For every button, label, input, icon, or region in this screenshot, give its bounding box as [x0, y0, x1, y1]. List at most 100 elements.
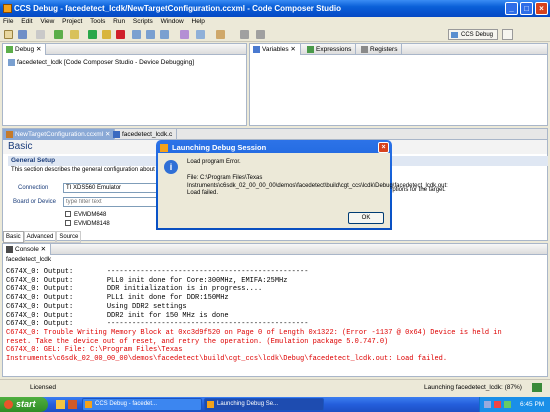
tab-source[interactable]: Source [56, 231, 82, 243]
tab-debug-label: Debug [15, 46, 35, 53]
clock: 6:45 PM [520, 401, 545, 408]
tab-registers-label: Registers [370, 46, 398, 53]
device-item[interactable]: EVMDM648 [65, 211, 110, 220]
info-icon: i [164, 160, 178, 174]
progress-icon[interactable] [532, 383, 542, 392]
tab-registers[interactable]: Registers [358, 44, 403, 55]
debug-tree-item[interactable]: facedetect_lcdk [Code Composer Studio - … [8, 58, 194, 67]
print-icon[interactable] [36, 30, 45, 39]
reset-icon[interactable] [180, 30, 189, 39]
tab-advanced[interactable]: Advanced [23, 231, 57, 243]
quicklaunch-icon[interactable] [56, 400, 65, 409]
taskbar-item-dialog[interactable]: Launching Debug Se... [204, 398, 324, 411]
maximize-button[interactable]: □ [520, 2, 533, 15]
step-return-icon[interactable] [160, 30, 169, 39]
windows-logo-icon [4, 400, 13, 409]
tab-source-file-label: facedetect_lcdk.c [122, 131, 173, 138]
status-license: Licensed [30, 384, 57, 391]
status-bar: Licensed Launching facedetect_lcdk: (87%… [0, 379, 550, 395]
dialog-message-title: Load program Error. [187, 159, 241, 165]
minimize-button[interactable]: _ [505, 2, 518, 15]
connection-select[interactable]: TI XDS560 Emulator [63, 183, 163, 193]
status-progress-text: Launching facedetect_lcdk: (87%) [424, 384, 522, 391]
c-file-icon [113, 131, 120, 138]
tab-target-config-label: NewTargetConfiguration.ccxml [15, 131, 104, 138]
open-perspective-icon[interactable] [502, 29, 513, 40]
menu-window[interactable]: Window [161, 17, 184, 27]
menu-file[interactable]: File [3, 17, 13, 27]
console-line: C674X_0: Output: DDR2 init for 150 MHz i… [6, 311, 229, 320]
quicklaunch-icon[interactable] [68, 400, 77, 409]
editor-tabstrip: NewTargetConfiguration.ccxml ✕ facedetec… [3, 129, 547, 140]
tab-expressions-label: Expressions [316, 46, 352, 53]
console-line: C674X_0: Output: DDR initialization is i… [6, 285, 263, 294]
save-icon[interactable] [18, 30, 27, 39]
tab-debug[interactable]: Debug ✕ [3, 44, 47, 55]
new-icon[interactable] [4, 30, 13, 39]
start-button[interactable]: start [0, 397, 48, 412]
build-icon[interactable] [70, 30, 79, 39]
tab-variables-label: Variables [262, 46, 289, 53]
step-into-icon[interactable] [132, 30, 141, 39]
step-over-icon[interactable] [146, 30, 155, 39]
device-filter-input[interactable] [63, 197, 163, 207]
variables-tabstrip: Variables ✕ Expressions Registers [250, 44, 547, 55]
device-checkbox[interactable] [65, 220, 71, 227]
tab-console[interactable]: Console ✕ [3, 244, 52, 255]
search-icon[interactable] [216, 30, 225, 39]
launch-error-dialog: Launching Debug Session × i Load program… [156, 140, 448, 230]
resume-icon[interactable] [88, 30, 97, 39]
terminate-icon[interactable] [116, 30, 125, 39]
taskbar-item-ccs[interactable]: CCS Debug - facedet... [82, 398, 202, 411]
console-line: C674X_0: Output: -----------------------… [6, 320, 309, 329]
launch-config-icon [8, 58, 15, 66]
dialog-title: Launching Debug Session [172, 143, 267, 152]
system-tray: 6:45 PM [479, 397, 550, 412]
tray-icon[interactable] [494, 401, 501, 408]
close-button[interactable]: × [535, 2, 548, 15]
menu-project[interactable]: Project [62, 17, 82, 27]
tab-variables[interactable]: Variables ✕ [250, 44, 301, 55]
board-label: Board or Device [13, 199, 57, 205]
ok-button[interactable]: OK [348, 212, 384, 224]
console-subtitle: facedetect_lcdk [6, 256, 52, 263]
tab-source-file[interactable]: facedetect_lcdk.c [110, 129, 178, 140]
tray-icon[interactable] [504, 401, 511, 408]
menu-edit[interactable]: Edit [21, 17, 32, 27]
console-icon [6, 246, 13, 253]
console-line: C674X_0: Output: PLL0 init done for Core… [6, 276, 288, 285]
window-titlebar: CCS Debug - facedetect_lcdk/NewTargetCon… [0, 0, 550, 17]
dialog-close-button[interactable]: × [378, 142, 389, 153]
console-line: Instruments\c6sdk_02_00_00_00\demos\face… [6, 355, 448, 364]
device-list: EVMDM648 EVMDM8148 [65, 211, 110, 229]
debug-view-tabstrip: Debug ✕ [3, 44, 246, 55]
suspend-icon[interactable] [102, 30, 111, 39]
console-line: C674X_0: Output: Using DDR2 settings [6, 302, 187, 311]
tab-expressions[interactable]: Expressions [304, 44, 357, 55]
menu-run[interactable]: Run [113, 17, 125, 27]
console-line: reset. Take the device out of reset, and… [6, 337, 389, 346]
device-item[interactable]: EVMDM8148 [65, 220, 110, 229]
menu-help[interactable]: Help [192, 17, 205, 27]
variables-view: Variables ✕ Expressions Registers [249, 43, 548, 126]
ccxml-file-icon [6, 131, 13, 138]
back-icon[interactable] [240, 30, 249, 39]
tray-icon[interactable] [484, 401, 491, 408]
perspective-switcher[interactable]: CCS Debug [448, 29, 498, 40]
menu-scripts[interactable]: Scripts [133, 17, 153, 27]
device-label: EVMDM648 [74, 212, 107, 218]
debug-icon[interactable] [54, 30, 63, 39]
device-checkbox[interactable] [65, 211, 71, 218]
menu-tools[interactable]: Tools [90, 17, 105, 27]
tab-basic[interactable]: Basic [3, 231, 24, 243]
dialog-app-icon [160, 144, 168, 152]
console-output: C674X_0: Output: -----------------------… [6, 268, 546, 364]
menu-view[interactable]: View [40, 17, 54, 27]
tab-target-config[interactable]: NewTargetConfiguration.ccxml ✕ [3, 129, 116, 140]
console-tabstrip: Console ✕ [3, 244, 547, 255]
restart-icon[interactable] [196, 30, 205, 39]
forward-icon[interactable] [256, 30, 265, 39]
menu-bar: File Edit View Project Tools Run Scripts… [0, 17, 550, 27]
dialog-titlebar: Launching Debug Session × [158, 142, 390, 153]
registers-icon [361, 46, 368, 53]
